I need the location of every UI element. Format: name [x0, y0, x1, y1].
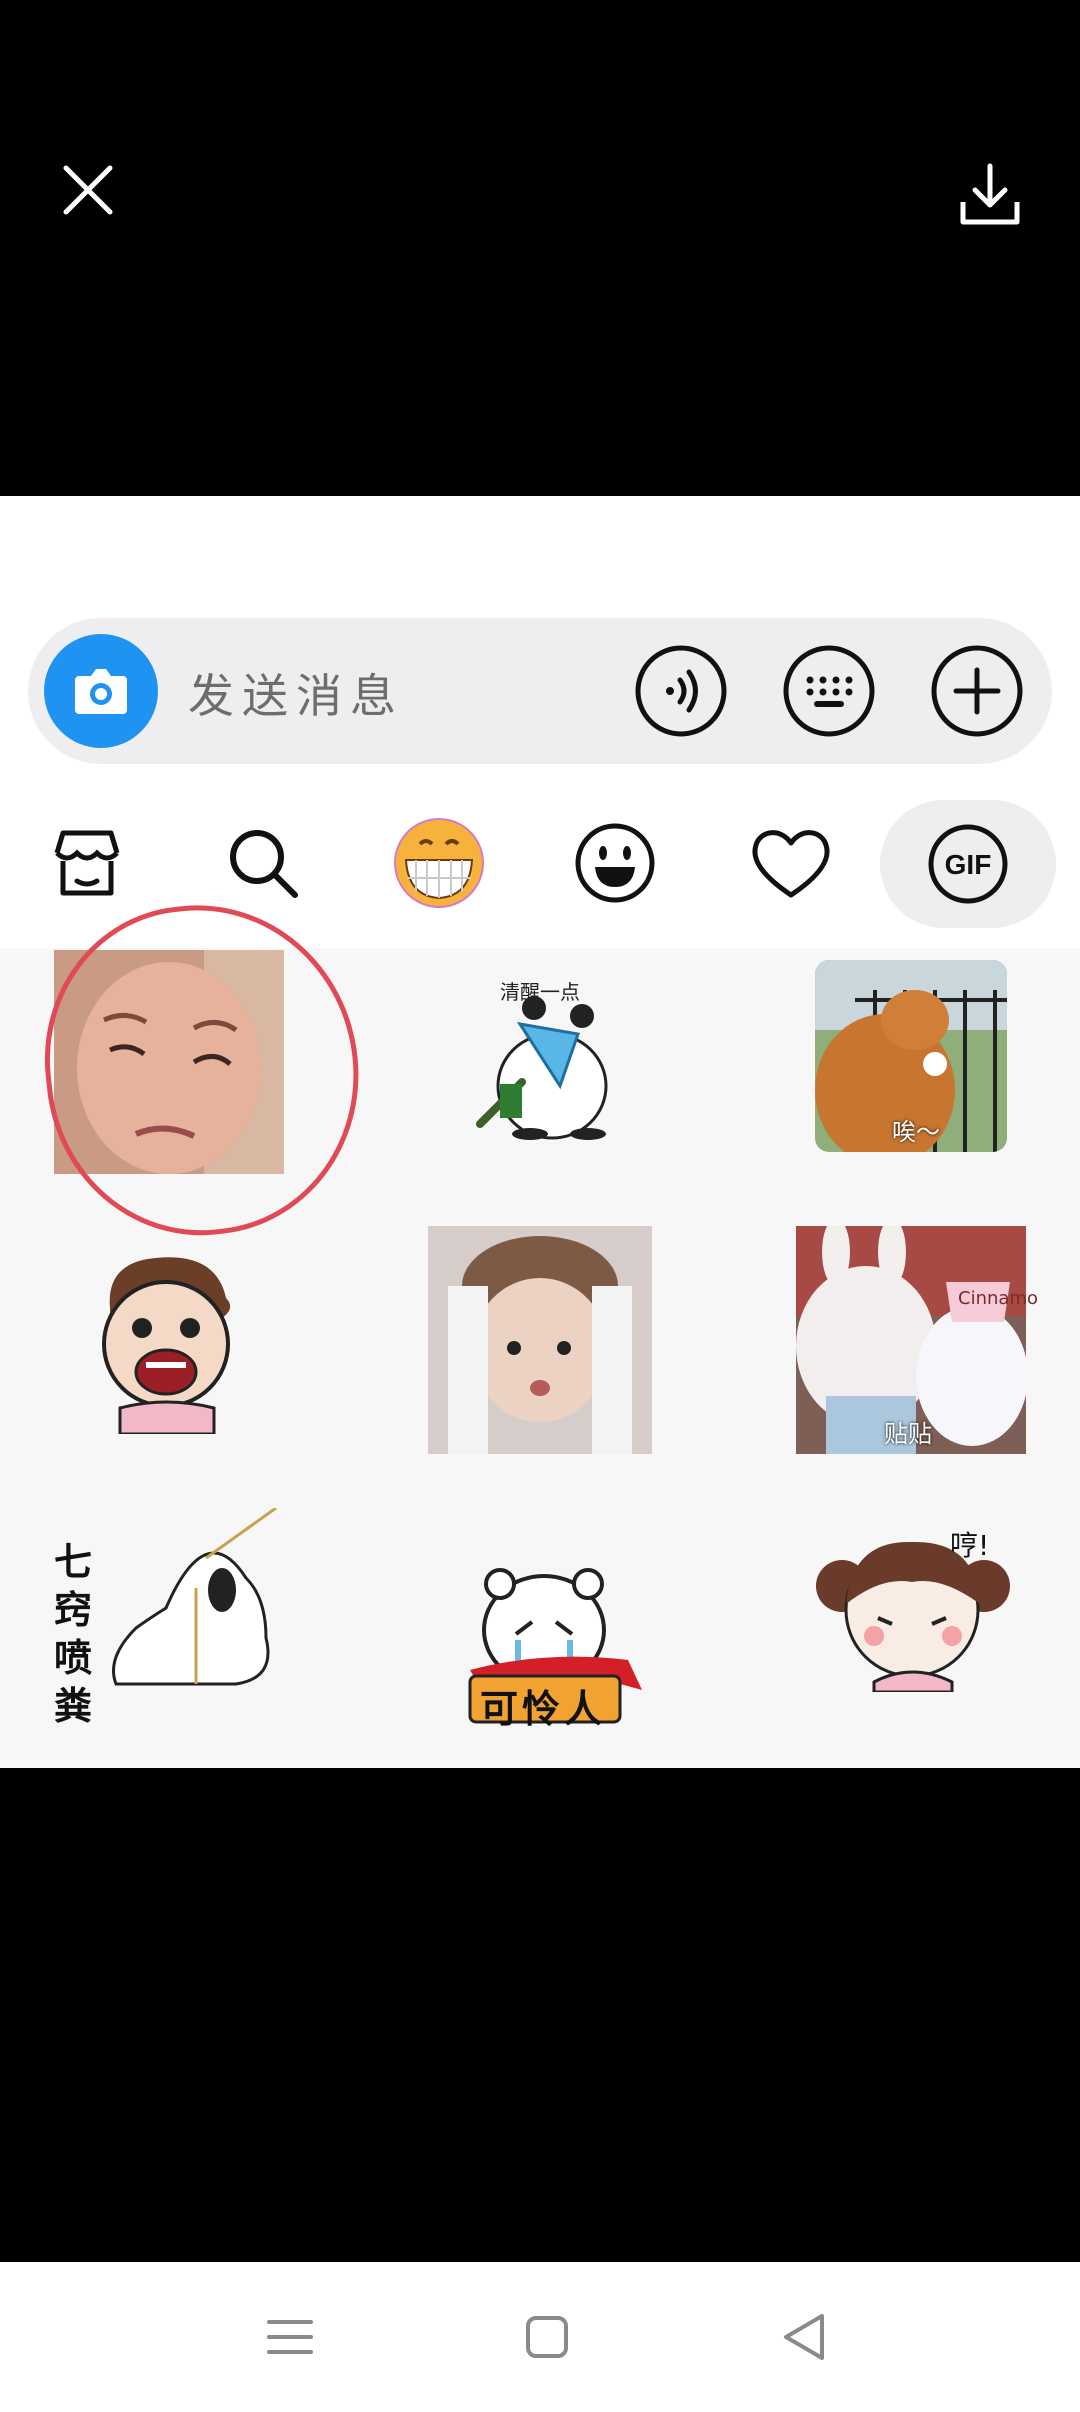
voice-icon[interactable]	[634, 644, 728, 738]
close-icon[interactable]	[58, 160, 118, 220]
sticker-caption-cat: 唉～	[892, 1118, 940, 1146]
search-icon	[230, 830, 298, 898]
message-bar: 发送消息	[28, 618, 1052, 764]
message-input[interactable]: 发送消息	[188, 660, 404, 726]
media-viewer-header	[0, 0, 1080, 496]
sticker-baby[interactable]	[428, 1226, 652, 1454]
system-navbar	[0, 2262, 1080, 2412]
tab-favorites[interactable]	[736, 808, 846, 918]
back-triangle-icon[interactable]	[770, 2302, 840, 2372]
black-area	[0, 1768, 1080, 2262]
smiley-icon	[575, 823, 655, 903]
tab-store[interactable]	[32, 808, 142, 918]
tab-smiley[interactable]	[560, 808, 670, 918]
keyboard-icon[interactable]	[782, 644, 876, 738]
gif-icon: GIF	[928, 824, 1008, 904]
heart-icon	[752, 830, 830, 898]
tab-search[interactable]	[208, 808, 318, 918]
sticker-cartoon-boy[interactable]	[86, 1248, 246, 1434]
camera-icon	[75, 669, 127, 714]
sticker-caption-bear: 可怜人	[480, 1687, 607, 1731]
sticker-seven-holes[interactable]	[96, 1508, 286, 1688]
download-icon[interactable]	[955, 160, 1025, 230]
tab-gif[interactable]: GIF	[880, 800, 1056, 928]
sticker-caption-plush: 贴贴	[884, 1420, 932, 1448]
home-square-icon[interactable]	[512, 2302, 582, 2372]
sticker-text-cinnamo: Cinnamo	[958, 1288, 1038, 1309]
plus-icon[interactable]	[930, 644, 1024, 738]
sticker-caption-seven: 七窍喷粪	[54, 1540, 93, 1728]
tab-grin-emoji[interactable]	[384, 808, 494, 918]
store-icon	[54, 830, 120, 896]
sticker-caption-panda: 清醒一点	[500, 980, 580, 1004]
svg-text:GIF: GIF	[945, 849, 992, 880]
menu-icon[interactable]	[255, 2302, 325, 2372]
camera-button[interactable]	[44, 634, 158, 748]
sticker-caption-girl: 哼!	[950, 1529, 990, 1562]
grin-emoji-icon	[394, 818, 484, 908]
